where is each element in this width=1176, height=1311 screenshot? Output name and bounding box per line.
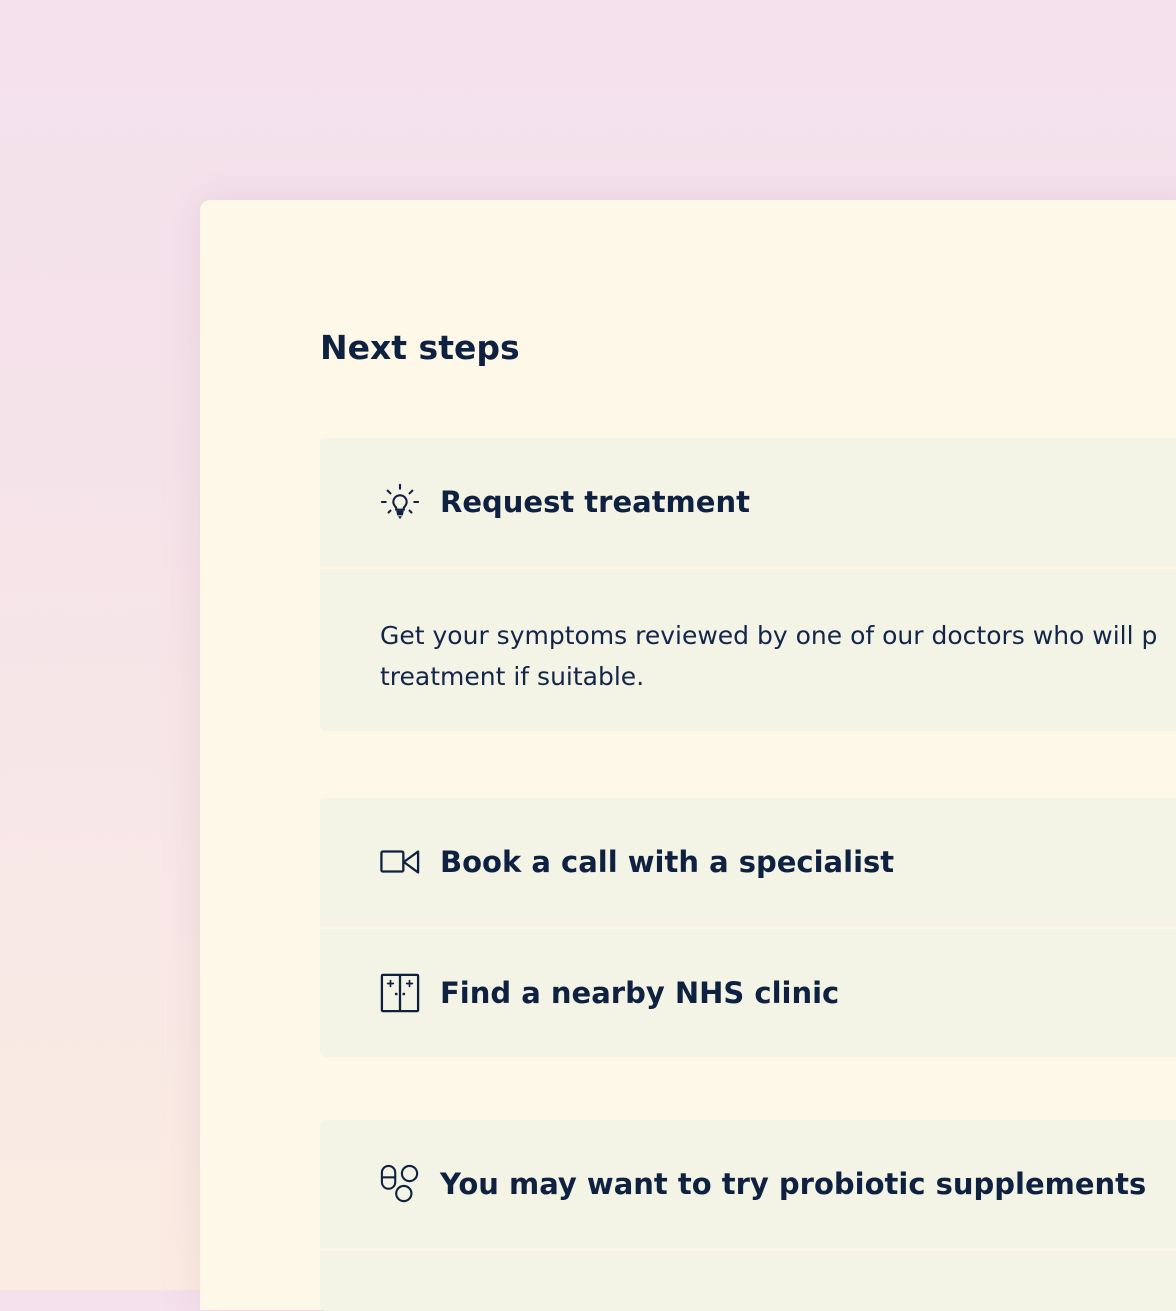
probiotics-body bbox=[320, 1251, 1176, 1311]
next-steps-panel: Next steps Request treatment Get your sy… bbox=[200, 200, 1176, 1311]
probiotics-card: You may want to try probiotic supplement… bbox=[320, 1120, 1176, 1311]
request-treatment-card: Request treatment Get your symptoms revi… bbox=[320, 438, 1176, 731]
contact-options-card: Book a call with a specialist Find a nea… bbox=[320, 798, 1176, 1057]
request-treatment-description: Get your symptoms reviewed by one of our… bbox=[320, 569, 1176, 731]
section-title: Next steps bbox=[320, 328, 520, 367]
book-call-row[interactable]: Book a call with a specialist bbox=[320, 798, 1176, 926]
pills-icon bbox=[380, 1164, 420, 1204]
probiotics-row[interactable]: You may want to try probiotic supplement… bbox=[320, 1120, 1176, 1248]
request-treatment-title: Request treatment bbox=[440, 485, 750, 519]
hospital-door-icon bbox=[380, 973, 420, 1013]
find-clinic-row[interactable]: Find a nearby NHS clinic bbox=[320, 929, 1176, 1057]
book-call-title: Book a call with a specialist bbox=[440, 845, 895, 879]
description-line-1: Get your symptoms reviewed by one of our… bbox=[380, 621, 1158, 650]
find-clinic-title: Find a nearby NHS clinic bbox=[440, 976, 840, 1010]
description-line-2: treatment if suitable. bbox=[380, 662, 645, 691]
lightbulb-icon bbox=[380, 482, 420, 522]
video-camera-icon bbox=[380, 842, 420, 882]
request-treatment-row[interactable]: Request treatment bbox=[320, 438, 1176, 566]
probiotics-title: You may want to try probiotic supplement… bbox=[440, 1167, 1147, 1201]
